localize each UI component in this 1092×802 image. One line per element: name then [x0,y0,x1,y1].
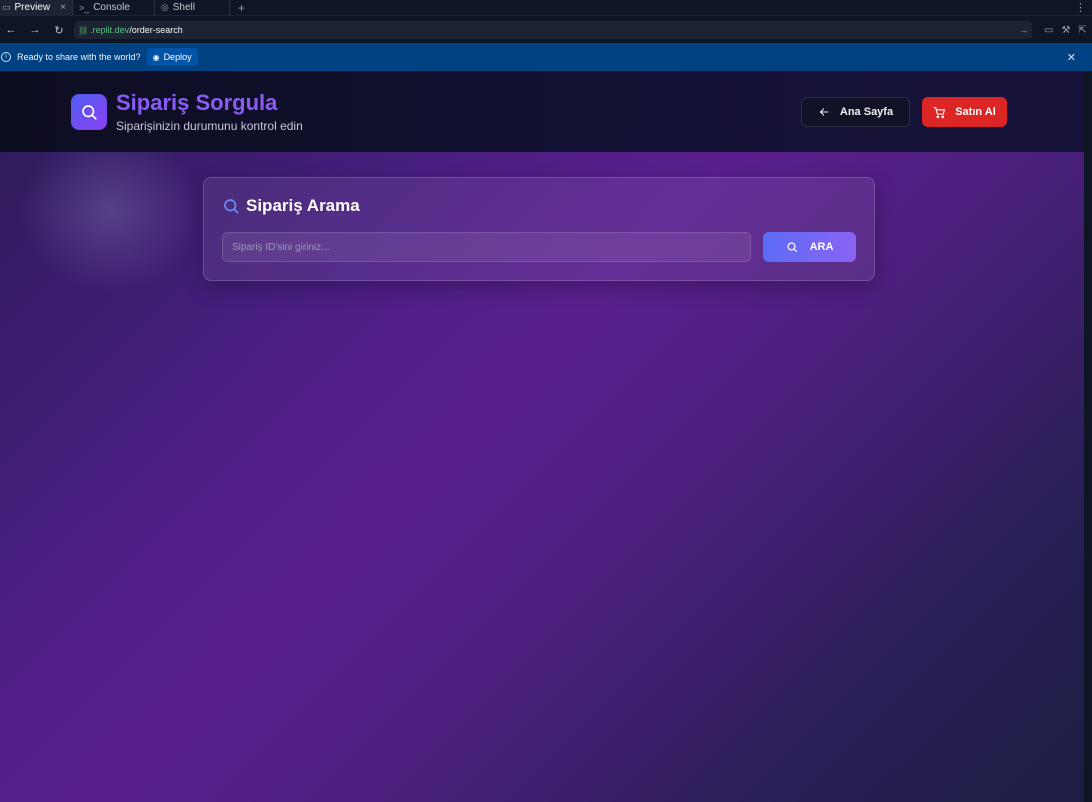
forward-icon[interactable]: → [26,24,44,36]
deploy-message: Ready to share with the world? [17,52,141,62]
app-preview: Sipariş Sorgula Siparişinizin durumunu k… [0,71,1084,802]
home-button-label: Ana Sayfa [839,106,894,118]
home-button[interactable]: Ana Sayfa [801,97,910,127]
arrow-left-icon [819,108,829,116]
add-tab-icon[interactable]: + [230,1,253,15]
close-icon[interactable]: × [60,2,66,13]
preview-url-bar: ← → ↻ ⛓ .replit.dev /order-search → ▭ ⚒ … [0,17,1092,43]
reload-icon[interactable]: ↻ [50,24,68,37]
search-card-title: Sipariş Arama [246,196,360,215]
open-external-icon[interactable]: ⇱ [1078,25,1086,36]
deploy-button-label: Deploy [163,52,192,62]
url-field[interactable]: ⛓ .replit.dev /order-search → [74,21,1032,39]
go-arrow-icon[interactable]: → [1019,25,1028,35]
deploy-icon: ◉ [152,52,160,62]
search-button[interactable]: ARA [763,232,856,262]
terminal-icon: >_ [78,2,90,13]
tab-console-label: Console [93,2,130,13]
app-header: Sipariş Sorgula Siparişinizin durumunu k… [0,71,1084,152]
more-options-icon[interactable]: ⋮ [1075,1,1092,14]
shell-icon: ◎ [160,2,169,12]
devtools-icon[interactable]: ⚒ [1061,25,1070,36]
back-icon[interactable]: ← [2,24,20,36]
search-button-label: ARA [809,241,834,253]
url-path: /order-search [129,25,183,35]
buy-button[interactable]: Satın Al [922,97,1007,127]
search-button-icon [786,242,797,253]
tab-preview-label: Preview [14,2,51,13]
link-icon: ⛓ [78,25,89,35]
order-search-card: Sipariş Arama ARA [203,177,875,281]
logo-search-icon [71,94,107,130]
device-icon[interactable]: ▭ [1044,25,1053,36]
search-icon [224,199,239,214]
buy-button-label: Satın Al [955,106,996,118]
deploy-button[interactable]: ◉ Deploy [146,48,198,66]
tab-console[interactable]: >_ Console [73,0,155,16]
deploy-banner: i Ready to share with the world? ◉ Deplo… [0,43,1092,71]
cart-icon [933,106,946,118]
page-title: Sipariş Sorgula [116,90,278,115]
tab-preview[interactable]: ▭ Preview × [0,0,73,16]
tab-shell[interactable]: ◎ Shell [155,0,231,16]
preview-scrollbar[interactable] [1084,71,1092,802]
info-icon: i [1,52,11,62]
url-host: .replit.dev [90,25,130,35]
page-subtitle: Siparişinizin durumunu kontrol edin [116,119,303,133]
tab-shell-label: Shell [172,2,196,13]
close-banner-icon[interactable]: ✕ [1067,51,1076,64]
ide-tab-bar: ▭ Preview × >_ Console ◎ Shell + ⋮ [0,0,1092,16]
monitor-icon: ▭ [2,2,11,12]
order-id-input[interactable] [222,232,751,262]
